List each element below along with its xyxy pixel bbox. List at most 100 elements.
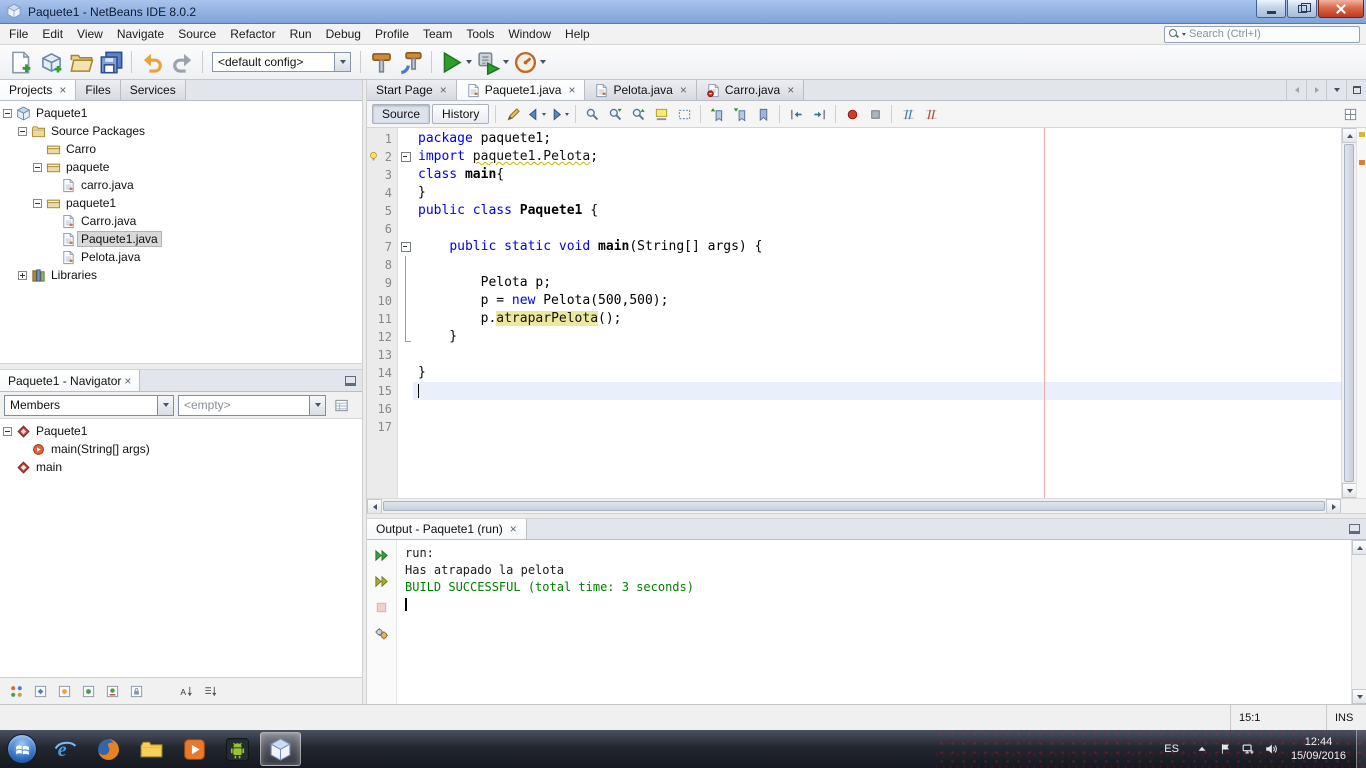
comment-button[interactable] xyxy=(897,104,919,124)
language-indicator[interactable]: ES xyxy=(1155,743,1188,755)
minimize-window-group-icon[interactable] xyxy=(345,375,356,386)
taskbar-netbeans[interactable] xyxy=(260,732,301,766)
sort-by-source-button[interactable] xyxy=(199,681,221,702)
collapse-icon[interactable] xyxy=(3,108,12,118)
toggle-bookmark-button[interactable] xyxy=(752,104,774,124)
tree-row-main[interactable]: main xyxy=(0,458,362,476)
code-area[interactable]: package paquete1; import paquete1.Pelota;… xyxy=(413,128,1341,498)
output-tab[interactable]: Output - Paquete1 (run) xyxy=(367,519,527,539)
collapse-icon[interactable] xyxy=(33,198,42,208)
tray-hidden-icons[interactable] xyxy=(1194,741,1210,757)
menu-run[interactable]: Run xyxy=(283,24,319,44)
output-text[interactable]: run: Has atrapado la pelota BUILD SUCCESSF… xyxy=(397,540,1351,704)
gutter-line[interactable]: 3 xyxy=(367,166,397,184)
output-vscrollbar[interactable] xyxy=(1351,540,1366,704)
new-project-button[interactable] xyxy=(37,48,65,76)
tree-row-carro-java[interactable]: carro.java xyxy=(0,176,362,194)
rerun-debug-button[interactable] xyxy=(372,571,392,591)
fold-collapse-icon[interactable] xyxy=(398,238,413,256)
panel-splitter[interactable] xyxy=(0,363,362,370)
fold-collapse-icon[interactable] xyxy=(398,148,413,166)
redo-button[interactable] xyxy=(168,48,196,76)
gutter-line[interactable]: 2 xyxy=(367,148,397,166)
collapse-icon[interactable] xyxy=(18,126,27,136)
warning-mark[interactable] xyxy=(1359,132,1365,137)
tree-row-carro-java[interactable]: Carro.java xyxy=(0,212,362,230)
undo-button[interactable] xyxy=(138,48,166,76)
menu-help[interactable]: Help xyxy=(558,24,597,44)
find-previous-occurrence-button[interactable] xyxy=(627,104,649,124)
show-desktop-button[interactable] xyxy=(1356,730,1366,768)
taskbar-android[interactable] xyxy=(217,732,258,766)
scroll-up-button[interactable] xyxy=(1342,128,1357,143)
editor-hscrollbar[interactable] xyxy=(367,498,1366,514)
show-inherited-button[interactable] xyxy=(5,681,27,702)
editor-vscrollbar[interactable] xyxy=(1341,128,1357,498)
gutter-line[interactable]: 9 xyxy=(367,274,397,292)
editor-gutter[interactable]: 1 2 3 4 5 6 7 8 9 10 11 12 13 14 15 16 17 xyxy=(367,128,398,498)
tree-table-button[interactable] xyxy=(330,395,352,416)
menu-profile[interactable]: Profile xyxy=(368,24,416,44)
vscrollbar-thumb[interactable] xyxy=(1344,144,1354,482)
new-file-button[interactable] xyxy=(7,48,35,76)
tree-row-libraries[interactable]: Libraries xyxy=(0,266,362,284)
tab-services[interactable]: Services xyxy=(120,80,186,100)
clock[interactable]: 12:44 15/09/2016 xyxy=(1285,735,1356,763)
tab-paquete1-java[interactable]: Paquete1.java xyxy=(456,80,586,100)
sort-by-name-button[interactable]: A xyxy=(175,681,197,702)
find-next-occurrence-button[interactable] xyxy=(604,104,626,124)
tree-row-source-packages[interactable]: Source Packages xyxy=(0,122,362,140)
close-tab-icon[interactable] xyxy=(59,85,66,95)
tab-pelota-java[interactable]: Pelota.java xyxy=(585,80,697,100)
gutter-line[interactable]: 7 xyxy=(367,238,397,256)
menu-navigate[interactable]: Navigate xyxy=(110,24,171,44)
scroll-left-button[interactable] xyxy=(367,499,382,514)
debug-project-button[interactable] xyxy=(475,48,510,76)
open-project-button[interactable] xyxy=(67,48,95,76)
maximize-window-button[interactable] xyxy=(1346,80,1366,100)
close-tab-icon[interactable] xyxy=(510,524,517,534)
tab-carro-java[interactable]: Carro.java xyxy=(696,80,805,100)
tree-row-paquete1[interactable]: Paquete1 xyxy=(0,104,362,122)
tree-row-paquete1-java[interactable]: Paquete1.java xyxy=(0,230,362,248)
menu-debug[interactable]: Debug xyxy=(319,24,368,44)
history-view-button[interactable]: History xyxy=(432,104,490,124)
scroll-down-button[interactable] xyxy=(1352,689,1366,704)
tree-row-paquete1[interactable]: Paquete1 xyxy=(0,422,362,440)
gutter-line[interactable]: 5 xyxy=(367,202,397,220)
menu-view[interactable]: View xyxy=(70,24,110,44)
profile-project-button[interactable] xyxy=(512,48,547,76)
scroll-tabs-right-button[interactable] xyxy=(1306,80,1326,100)
expand-icon[interactable] xyxy=(18,270,27,280)
taskbar-windows-explorer[interactable] xyxy=(131,732,172,766)
close-tab-icon[interactable] xyxy=(124,376,131,386)
minimize-button[interactable] xyxy=(1256,0,1286,18)
config-combo[interactable]: <default config> xyxy=(212,52,351,72)
clean-build-project-button[interactable] xyxy=(397,48,425,76)
menu-refactor[interactable]: Refactor xyxy=(223,24,282,44)
last-edited-button[interactable] xyxy=(502,104,524,124)
tree-row-paquete1[interactable]: paquete1 xyxy=(0,194,362,212)
menu-edit[interactable]: Edit xyxy=(35,24,70,44)
tray-network[interactable] xyxy=(1240,741,1256,757)
navigator-tab[interactable]: Paquete1 - Navigator xyxy=(0,370,141,391)
gutter-line[interactable]: 16 xyxy=(367,400,397,418)
menu-file[interactable]: File xyxy=(2,24,35,44)
uncomment-button[interactable] xyxy=(920,104,942,124)
close-tab-icon[interactable] xyxy=(787,85,794,95)
toggle-rectangular-selection-button[interactable] xyxy=(673,104,695,124)
scroll-right-button[interactable] xyxy=(1326,499,1341,514)
warning-mark[interactable] xyxy=(1359,160,1365,165)
next-bookmark-button[interactable] xyxy=(729,104,751,124)
taskbar-media-player[interactable] xyxy=(174,732,215,766)
gutter-line[interactable]: 13 xyxy=(367,346,397,364)
tab-start-page[interactable]: Start Page xyxy=(367,80,457,100)
scroll-down-button[interactable] xyxy=(1342,483,1357,498)
find-selection-button[interactable] xyxy=(581,104,603,124)
restore-button[interactable] xyxy=(1287,0,1317,18)
collapse-icon[interactable] xyxy=(3,426,12,436)
tab-projects[interactable]: Projects xyxy=(0,80,77,100)
stop-button[interactable] xyxy=(372,597,392,617)
minimize-window-group-icon[interactable] xyxy=(1349,524,1360,534)
previous-bookmark-button[interactable] xyxy=(706,104,728,124)
